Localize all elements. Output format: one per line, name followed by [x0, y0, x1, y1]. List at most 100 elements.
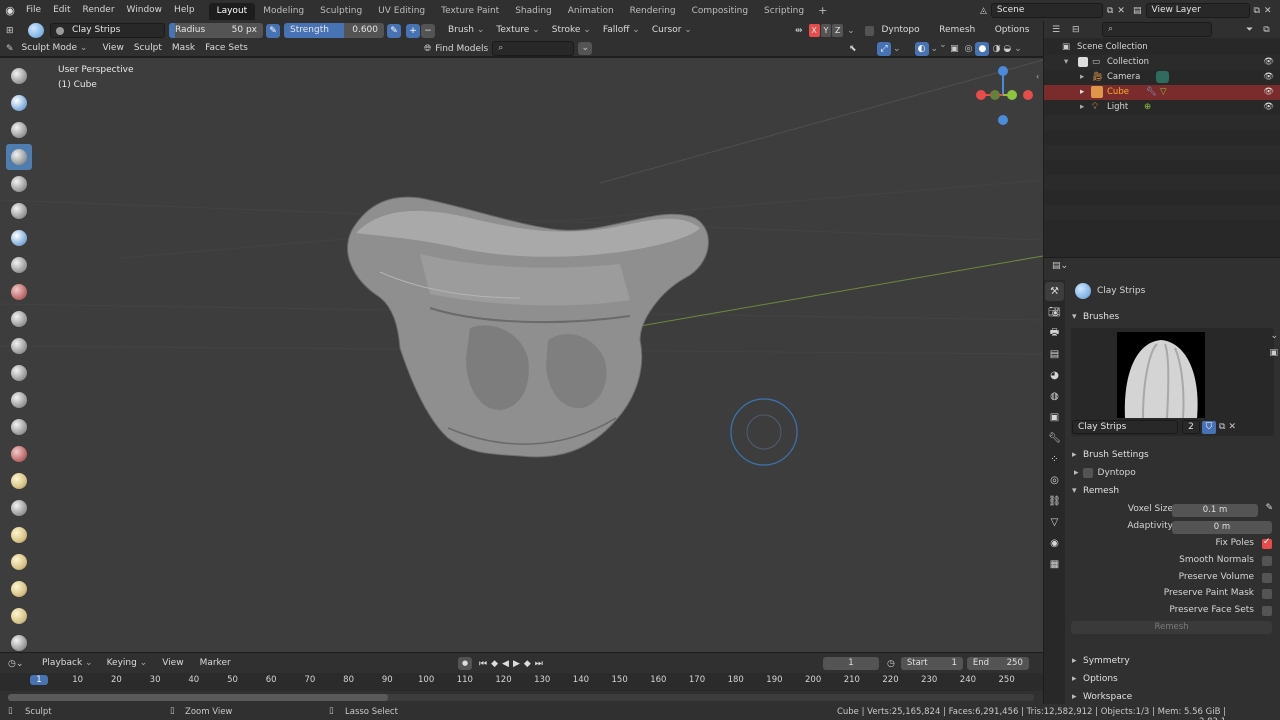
editor-type-icon[interactable]: ⊞ — [6, 26, 28, 36]
timeline-editor-icon[interactable]: ◷⌄ — [8, 659, 32, 669]
preserve-paint-mask-checkbox[interactable] — [1262, 589, 1272, 599]
tab-animation[interactable]: Animation — [560, 3, 622, 20]
voxel-size-field[interactable]: 0.1 m — [1172, 504, 1258, 517]
tool-thumb[interactable] — [6, 549, 32, 575]
mode-selector[interactable]: Sculpt Mode — [18, 41, 92, 56]
xray-toggle-icon[interactable]: ▣ — [950, 44, 959, 54]
tool-clay[interactable] — [6, 117, 32, 143]
texture-menu[interactable]: Texture — [492, 23, 543, 38]
strength-pressure-icon[interactable]: ✎ — [387, 23, 401, 38]
timeline-ruler[interactable]: 1 10 20 30 40 50 60 70 80 90 100 110 120 130 140 150 160… — [0, 673, 1043, 691]
start-frame-field[interactable]: Start 1 — [900, 657, 963, 670]
tool-flatten[interactable] — [6, 333, 32, 359]
brush-menu-dropdown-icon[interactable]: ⌄ — [1270, 331, 1278, 341]
menu-file[interactable]: File — [20, 0, 47, 21]
tool-scrape[interactable] — [6, 387, 32, 413]
direction-subtract-button[interactable]: − — [421, 23, 435, 38]
falloff-menu[interactable]: Falloff — [599, 23, 644, 38]
eyedropper-icon[interactable]: ✎ — [1265, 503, 1273, 513]
tab-sculpting[interactable]: Sculpting — [312, 3, 370, 20]
expand-arrow-icon[interactable]: ▸ — [1080, 100, 1084, 115]
timeline-menu-marker[interactable]: Marker — [195, 656, 236, 671]
tool-clay-strips[interactable] — [6, 144, 32, 170]
delete-view-layer-icon[interactable]: ✕ — [1264, 6, 1272, 16]
new-collection-icon[interactable]: ⧉ — [1263, 25, 1269, 35]
navigation-gizmo[interactable] — [976, 66, 1033, 125]
tab-scripting[interactable]: Scripting — [756, 3, 812, 20]
view-layer-field[interactable]: View Layer — [1145, 3, 1250, 18]
record-icon[interactable]: ● — [458, 657, 472, 670]
particles-properties-icon[interactable]: ⁘ — [1045, 450, 1064, 469]
tool-inflate[interactable] — [6, 225, 32, 251]
blender-logo-icon[interactable]: ◉ — [0, 4, 20, 17]
tool-snake-hook[interactable] — [6, 522, 32, 548]
delete-scene-icon[interactable]: ✕ — [1117, 6, 1125, 16]
brush-image-icon[interactable]: ▣ — [1269, 348, 1278, 358]
brush-settings-panel-header[interactable]: Brush Settings — [1067, 446, 1280, 464]
tool-crease[interactable] — [6, 279, 32, 305]
remesh-panel-header[interactable]: Remesh — [1067, 482, 1280, 500]
outliner-cube[interactable]: ▸ Cube 🔧︎ ▽ 👁︎ — [1044, 85, 1280, 100]
view-layer-properties-icon[interactable]: ▤ — [1045, 345, 1064, 364]
light-data-icon[interactable]: ⊕ — [1144, 100, 1151, 115]
properties-editor-icon[interactable]: ▤⌄ — [1052, 261, 1068, 271]
solid-shading-icon[interactable]: ● — [975, 41, 990, 56]
tool-multiplane-scrape[interactable] — [6, 414, 32, 440]
tab-rendering[interactable]: Rendering — [622, 3, 684, 20]
find-models-label[interactable]: Find Models — [435, 44, 488, 54]
mesh-data-icon[interactable]: ▽ — [1160, 85, 1167, 100]
symmetry-x-toggle[interactable]: X — [808, 24, 820, 37]
menu-render[interactable]: Render — [77, 0, 121, 21]
smooth-normals-checkbox[interactable] — [1262, 556, 1272, 566]
expand-arrow-icon[interactable]: ▸ — [1080, 85, 1084, 100]
tool-draw[interactable] — [6, 63, 32, 89]
3d-viewport[interactable]: User Perspective (1) Cube ‹ — [0, 58, 1043, 652]
options-panel-header[interactable]: Options — [1067, 670, 1280, 688]
dyntopo-checkbox[interactable] — [864, 25, 875, 36]
timeline-menu-playback[interactable]: Playback — [38, 656, 97, 671]
tool-smooth[interactable] — [6, 306, 32, 332]
light-visibility-icon[interactable]: 👁︎ — [1263, 100, 1274, 115]
constraints-properties-icon[interactable]: ⛓︎ — [1045, 492, 1064, 511]
play-icon[interactable]: ▶ — [513, 659, 520, 669]
tool-elastic-deform[interactable] — [6, 495, 32, 521]
outliner-camera[interactable]: ▸ 🎥︎ Camera 👁︎ — [1044, 70, 1280, 85]
overlays-dropdown-icon[interactable]: ⌄ — [931, 44, 939, 54]
new-view-layer-icon[interactable]: ⧉ — [1254, 6, 1260, 16]
brush-name-field[interactable]: Clay Strips — [1072, 420, 1178, 434]
render-properties-icon[interactable]: 📷︎ — [1045, 303, 1064, 322]
collapse-arrow-icon[interactable]: ▾ — [1064, 55, 1068, 70]
visibility-icon[interactable]: ⬉ — [849, 44, 869, 54]
symmetry-panel-header[interactable]: Symmetry — [1067, 652, 1280, 670]
view-layer-icon[interactable]: ▤ — [1133, 6, 1142, 16]
find-models-dropdown-icon[interactable]: ⌄ — [578, 42, 593, 55]
scene-properties-icon[interactable]: ◕ — [1045, 366, 1064, 385]
brush-preview-icon[interactable] — [28, 23, 44, 38]
viewport-menu-face-sets[interactable]: Face Sets — [200, 41, 253, 56]
brush-users-count[interactable]: 2 — [1182, 420, 1200, 434]
tool-draw-sharp[interactable] — [6, 90, 32, 116]
tab-uv-editing[interactable]: UV Editing — [370, 3, 433, 20]
output-properties-icon[interactable]: 🖶︎ — [1045, 324, 1064, 343]
tab-shading[interactable]: Shading — [507, 3, 560, 20]
shading-dropdown-icon[interactable]: ⌄ — [1014, 44, 1022, 54]
tool-layer[interactable] — [6, 198, 32, 224]
viewport-canvas[interactable] — [0, 58, 1043, 652]
gizmo-dropdown-icon[interactable]: ⌄ — [893, 44, 901, 54]
next-keyframe-icon[interactable]: ◆ — [524, 659, 531, 669]
current-frame-field[interactable]: 1 — [823, 657, 879, 670]
viewport-menu-sculpt[interactable]: Sculpt — [129, 41, 167, 56]
camera-visibility-icon[interactable]: 👁︎ — [1263, 70, 1274, 85]
tab-layout[interactable]: Layout — [208, 3, 256, 20]
jump-start-icon[interactable]: ⏮ — [479, 659, 487, 669]
remesh-menu[interactable]: Remesh — [935, 23, 989, 38]
overlays-toggle-icon[interactable]: ◐ — [914, 41, 929, 56]
prev-keyframe-icon[interactable]: ◆ — [491, 659, 498, 669]
mesh-data-properties-icon[interactable]: ▽ — [1045, 513, 1064, 532]
jump-end-icon[interactable]: ⏭ — [535, 659, 543, 669]
preserve-face-sets-checkbox[interactable] — [1262, 606, 1272, 616]
direction-add-button[interactable]: + — [406, 23, 420, 38]
sidebar-toggle-icon[interactable]: ‹ — [1036, 72, 1039, 81]
strength-slider[interactable]: Strength 0.600 — [284, 23, 384, 38]
dyntopo-panel-checkbox[interactable] — [1082, 468, 1093, 478]
